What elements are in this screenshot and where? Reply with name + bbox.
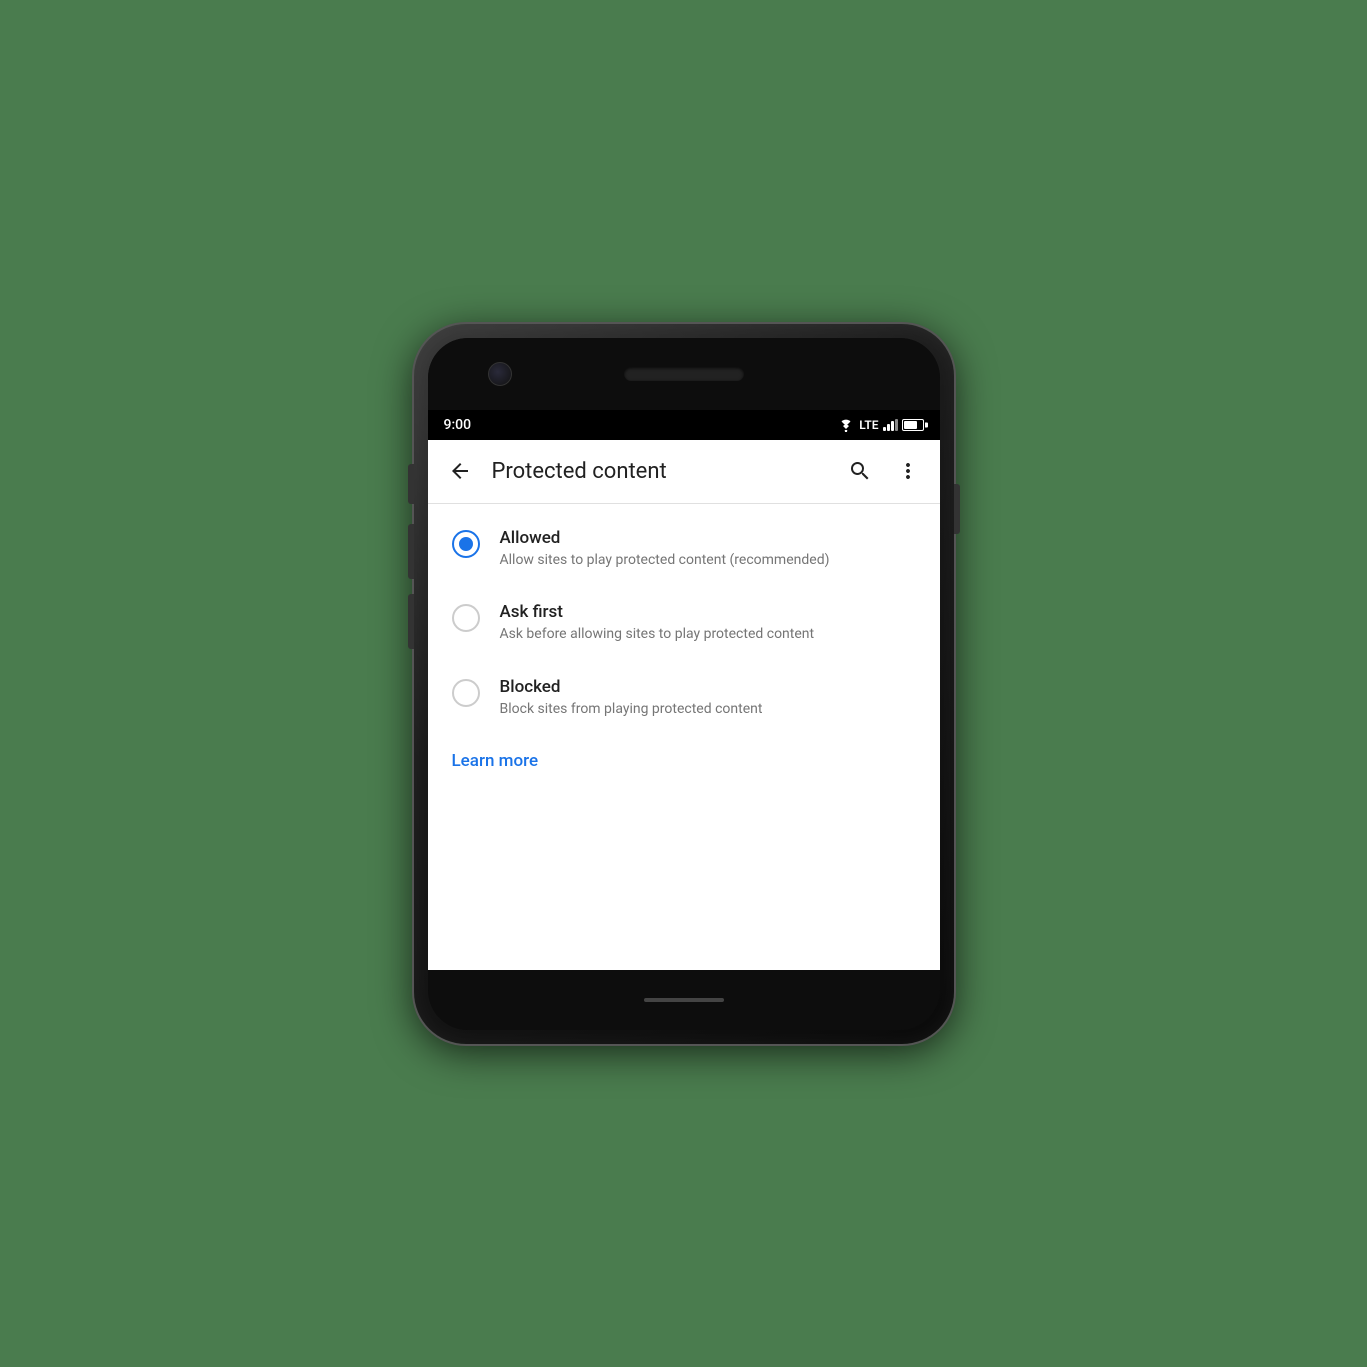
- volume-down-button: [408, 594, 414, 649]
- home-indicator: [644, 998, 724, 1002]
- phone-screen: 9:00 LTE: [428, 338, 940, 1030]
- screen-content: Protected content: [428, 440, 940, 970]
- option-text-allowed: Allowed Allow sites to play protected co…: [500, 528, 916, 571]
- back-button[interactable]: [436, 447, 484, 495]
- back-arrow-icon: [448, 459, 472, 483]
- radio-outer-blocked: [452, 679, 480, 707]
- app-bar: Protected content: [428, 440, 940, 504]
- volume-up-button: [408, 524, 414, 579]
- speaker: [624, 367, 744, 381]
- option-desc-blocked: Block sites from playing protected conte…: [500, 700, 916, 720]
- wifi-icon: [837, 418, 855, 432]
- front-camera: [488, 362, 512, 386]
- phone-device: 9:00 LTE: [414, 324, 954, 1044]
- more-vert-icon: [896, 459, 920, 483]
- search-icon: [848, 459, 872, 483]
- radio-allowed[interactable]: [452, 530, 480, 558]
- search-button[interactable]: [836, 447, 884, 495]
- battery-fill: [904, 421, 918, 429]
- more-options-button[interactable]: [884, 447, 932, 495]
- radio-ask-first[interactable]: [452, 604, 480, 632]
- signal-icon: [883, 419, 898, 431]
- bottom-bezel: [428, 970, 940, 1030]
- radio-inner-allowed: [459, 537, 473, 551]
- option-title-blocked: Blocked: [500, 677, 916, 697]
- toolbar-icons: [836, 447, 932, 495]
- page-title: Protected content: [492, 459, 836, 484]
- status-icons: LTE: [837, 418, 923, 432]
- option-text-blocked: Blocked Block sites from playing protect…: [500, 677, 916, 720]
- lte-label: LTE: [859, 418, 878, 432]
- option-title-ask-first: Ask first: [500, 602, 916, 622]
- learn-more-section: Learn more: [428, 735, 940, 787]
- status-bar: 9:00 LTE: [428, 410, 940, 440]
- option-allowed[interactable]: Allowed Allow sites to play protected co…: [428, 512, 940, 587]
- radio-outer-allowed: [452, 530, 480, 558]
- option-desc-ask-first: Ask before allowing sites to play protec…: [500, 625, 916, 645]
- option-blocked[interactable]: Blocked Block sites from playing protect…: [428, 661, 940, 736]
- radio-outer-ask-first: [452, 604, 480, 632]
- option-desc-allowed: Allow sites to play protected content (r…: [500, 551, 916, 571]
- options-container: Allowed Allow sites to play protected co…: [428, 504, 940, 970]
- learn-more-link[interactable]: Learn more: [452, 751, 539, 771]
- power-button: [954, 484, 960, 534]
- status-time: 9:00: [444, 417, 472, 433]
- option-text-ask-first: Ask first Ask before allowing sites to p…: [500, 602, 916, 645]
- top-bezel: [428, 338, 940, 410]
- radio-blocked[interactable]: [452, 679, 480, 707]
- mute-button: [408, 464, 414, 504]
- option-title-allowed: Allowed: [500, 528, 916, 548]
- option-ask-first[interactable]: Ask first Ask before allowing sites to p…: [428, 586, 940, 661]
- battery-icon: [902, 419, 924, 431]
